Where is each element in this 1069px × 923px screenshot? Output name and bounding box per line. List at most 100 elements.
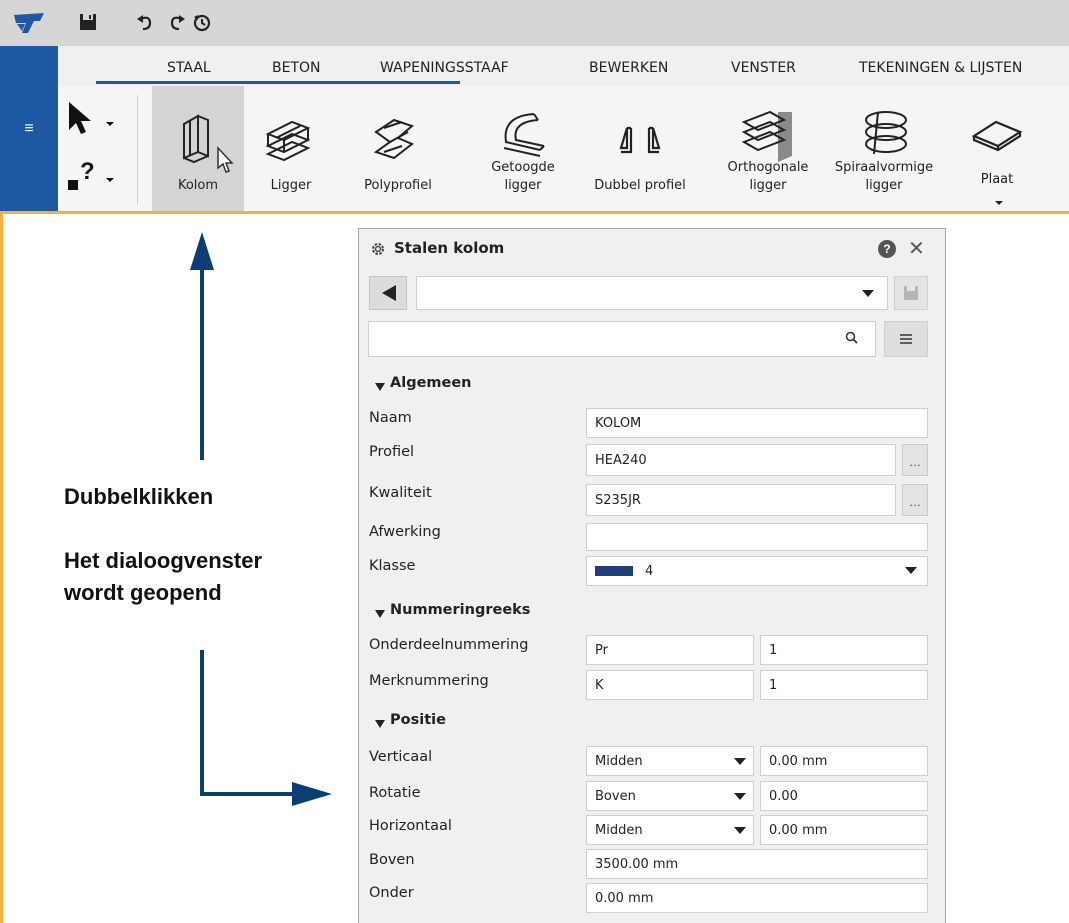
klasse-label: Klasse	[369, 558, 416, 574]
redo-icon[interactable]	[168, 12, 186, 32]
column-icon[interactable]	[178, 110, 238, 174]
title-bar	[0, 0, 1069, 46]
plaat-dropdown-arrow-icon[interactable]	[993, 194, 1005, 205]
klasse-select[interactable]: 4	[586, 556, 928, 586]
back-arrow-icon	[382, 285, 396, 301]
ribbon-divider	[137, 95, 138, 205]
tab-wapeningsstaaf[interactable]: WAPENINGSSTAAF	[380, 60, 509, 76]
rotatie-select[interactable]: Boven	[586, 781, 754, 811]
klasse-value: 4	[645, 563, 654, 579]
curved-beam-icon[interactable]	[494, 108, 550, 160]
screenshot-root: ≡ STAAL BETON WAPENINGSSTAAF BEWERKEN VE…	[0, 0, 1069, 923]
section-algemeen[interactable]: Algemeen	[390, 375, 472, 391]
onderdeel-prefix-field[interactable]: Pr	[586, 635, 754, 665]
annotation-dialog-line1: Het dialoogvenster	[64, 548, 263, 573]
question-mark: ?	[80, 158, 95, 185]
close-icon[interactable]: ✕	[908, 236, 925, 260]
tab-bewerken[interactable]: BEWERKEN	[589, 60, 668, 76]
verticaal-label: Verticaal	[369, 749, 433, 765]
horizontaal-dropdown-arrow-icon[interactable]	[734, 827, 746, 834]
spiral-beam-icon[interactable]	[860, 106, 914, 166]
collapse-triangle-icon[interactable]	[374, 606, 386, 618]
boven-field[interactable]: 3500.00 mm	[586, 849, 928, 879]
annotation-double-click: Dubbelklikken	[64, 484, 214, 509]
plaat-label[interactable]: Plaat	[966, 172, 1028, 188]
help-icon[interactable]: ?	[878, 240, 896, 258]
orthogonal-beam-icon[interactable]	[740, 108, 796, 164]
viewport-border-top	[0, 211, 1069, 214]
select-arrow-icon[interactable]	[66, 98, 120, 138]
verticaal-select[interactable]: Midden	[586, 746, 754, 776]
gear-icon	[370, 241, 386, 257]
side-menu-button[interactable]: ≡	[0, 46, 58, 211]
section-positie[interactable]: Positie	[390, 712, 446, 728]
merk-start-field[interactable]: 1	[760, 670, 928, 700]
afwerking-field[interactable]	[586, 523, 928, 551]
naam-label: Naam	[369, 410, 412, 426]
boven-label: Boven	[369, 852, 415, 868]
onder-field[interactable]: 0.00 mm	[586, 883, 928, 913]
viewport-border-left	[0, 211, 3, 923]
horizontaal-offset-field[interactable]: 0.00 mm	[760, 815, 928, 845]
rotatie-offset-field[interactable]: 0.00	[760, 781, 928, 811]
kwaliteit-field[interactable]: S235JR	[586, 484, 896, 516]
spiraal-label-line2[interactable]: ligger	[822, 178, 946, 194]
back-button[interactable]	[369, 276, 407, 310]
horizontaal-select[interactable]: Midden	[586, 815, 754, 845]
floppy-disk-icon[interactable]	[78, 12, 98, 32]
tab-tekeningen-lijsten[interactable]: TEKENINGEN & LIJSTEN	[859, 60, 1022, 76]
kwaliteit-browse-button[interactable]: …	[902, 484, 928, 516]
naam-field[interactable]: KOLOM	[586, 408, 928, 438]
kolom-label[interactable]: Kolom	[152, 178, 244, 194]
selection-help-icon[interactable]: ?	[66, 158, 120, 200]
verticaal-offset-field[interactable]: 0.00 mm	[760, 746, 928, 776]
collapse-triangle-icon[interactable]	[374, 379, 386, 391]
merk-prefix-field[interactable]: K	[586, 670, 754, 700]
double-profile-icon[interactable]	[617, 122, 663, 158]
options-menu-button[interactable]	[884, 321, 928, 357]
collapse-triangle-icon[interactable]	[374, 716, 386, 728]
tab-beton[interactable]: BETON	[272, 60, 321, 76]
horizontaal-label: Horizontaal	[369, 818, 452, 834]
plate-icon[interactable]	[970, 116, 1026, 154]
klasse-dropdown-arrow-icon[interactable]	[905, 567, 917, 574]
annotation-dialog-line2: wordt geopend	[64, 580, 222, 605]
tab-staal[interactable]: STAAL	[167, 60, 211, 76]
profiel-field[interactable]: HEA240	[586, 444, 896, 476]
dubbel-profiel-label[interactable]: Dubbel profiel	[584, 178, 696, 194]
kwaliteit-label: Kwaliteit	[369, 485, 432, 501]
verticaal-dropdown-arrow-icon[interactable]	[734, 758, 746, 765]
search-input[interactable]	[368, 321, 876, 357]
polyprofiel-label[interactable]: Polyprofiel	[346, 178, 450, 194]
dialog-title: Stalen kolom	[394, 239, 505, 257]
orthogonale-label-line1[interactable]: Orthogonale	[712, 160, 824, 176]
onder-label: Onder	[369, 885, 414, 901]
section-nummeringreeks[interactable]: Nummeringreeks	[390, 602, 530, 618]
tab-venster[interactable]: VENSTER	[731, 60, 796, 76]
tekla-logo-icon[interactable]	[0, 0, 58, 46]
spiraal-label-line1[interactable]: Spiraalvormige	[822, 160, 946, 176]
hamburger-icon: ≡	[24, 119, 34, 137]
history-icon[interactable]	[192, 12, 212, 32]
undo-icon[interactable]	[136, 12, 154, 32]
rotatie-dropdown-arrow-icon[interactable]	[734, 793, 746, 800]
onderdeel-start-field[interactable]: 1	[760, 635, 928, 665]
profiel-label: Profiel	[369, 444, 415, 460]
getoogde-label-line1[interactable]: Getoogde	[468, 160, 578, 176]
rotatie-label: Rotatie	[369, 785, 421, 801]
polybeam-icon[interactable]	[368, 112, 424, 168]
beam-icon[interactable]	[262, 116, 318, 166]
merknummering-label: Merknummering	[369, 673, 489, 689]
afwerking-label: Afwerking	[369, 524, 441, 540]
orthogonale-label-line2[interactable]: ligger	[712, 178, 824, 194]
preset-dropdown-arrow-icon[interactable]	[862, 290, 874, 297]
preset-select[interactable]	[416, 276, 888, 310]
ribbon-tabs: STAAL BETON WAPENINGSSTAAF BEWERKEN VENS…	[58, 46, 1069, 86]
klasse-color-swatch	[595, 566, 633, 576]
floppy-disk-icon	[904, 286, 918, 300]
ligger-label[interactable]: Ligger	[258, 178, 324, 194]
getoogde-label-line2[interactable]: ligger	[468, 178, 578, 194]
profiel-browse-button[interactable]: …	[902, 444, 928, 476]
search-icon[interactable]	[845, 331, 859, 345]
save-preset-button[interactable]	[894, 276, 928, 310]
